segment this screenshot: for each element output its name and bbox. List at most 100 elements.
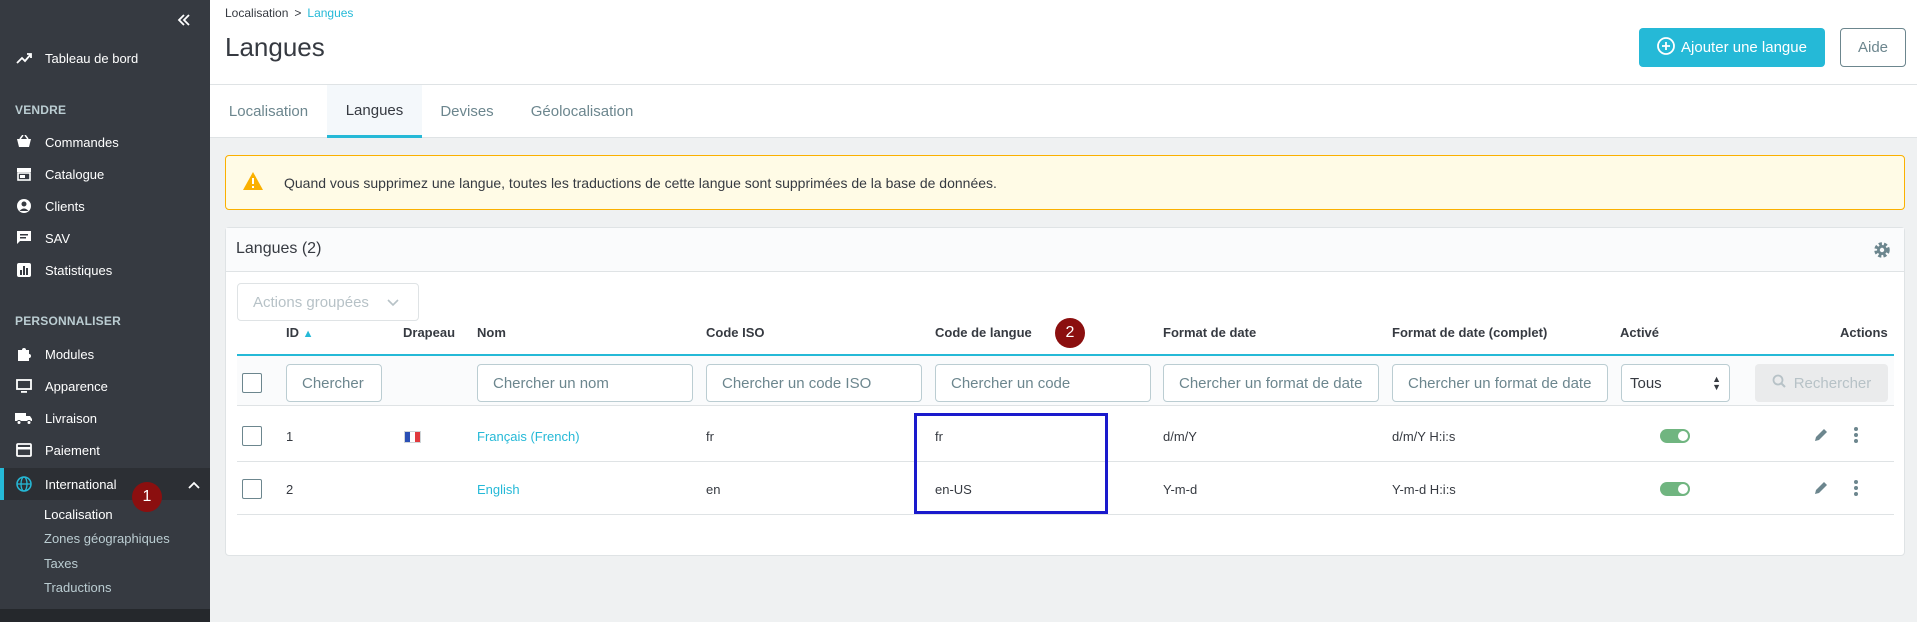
globe-icon xyxy=(15,475,33,493)
tab-localisation[interactable]: Localisation xyxy=(210,85,327,138)
puzzle-icon xyxy=(15,345,33,363)
filter-date-format-input[interactable]: Chercher un format de date xyxy=(1163,364,1379,402)
collapse-sidebar-icon[interactable] xyxy=(174,8,194,32)
edit-pencil-icon[interactable] xyxy=(1813,480,1829,500)
annotation-highlight-box xyxy=(914,413,1108,514)
page-header: Localisation > Langues Langues Ajouter u… xyxy=(210,0,1917,84)
column-header-date-format[interactable]: Format de date xyxy=(1163,325,1256,340)
sidebar-subitem-localisation[interactable]: Localisation xyxy=(44,507,113,522)
chat-icon xyxy=(15,229,33,247)
annotation-badge-1: 1 xyxy=(132,482,162,512)
gear-icon[interactable] xyxy=(1872,240,1892,264)
sidebar-item-label: Catalogue xyxy=(45,166,105,182)
cell-id: 1 xyxy=(286,429,294,444)
column-header-actions: Actions xyxy=(1840,325,1888,340)
sidebar-item-shipping[interactable]: Livraison xyxy=(0,404,210,432)
filter-name-input[interactable]: Chercher un nom xyxy=(477,364,693,402)
cell-name-link[interactable]: English xyxy=(477,482,520,497)
tab-currencies[interactable]: Devises xyxy=(422,85,512,138)
sidebar-item-payment[interactable]: Paiement xyxy=(0,436,210,464)
filter-active-select[interactable]: Tous ▲ ▼ xyxy=(1621,364,1730,402)
user-circle-icon xyxy=(15,197,33,215)
cell-date-format: Y-m-d xyxy=(1163,482,1198,497)
bulk-actions-dropdown[interactable]: Actions groupées xyxy=(237,283,419,321)
breadcrumb-current[interactable]: Langues xyxy=(307,6,353,20)
monitor-icon xyxy=(15,377,33,395)
cart-icon xyxy=(15,133,33,151)
plus-circle-icon xyxy=(1657,36,1675,59)
filter-active-value: Tous xyxy=(1630,374,1662,392)
edit-pencil-icon[interactable] xyxy=(1813,427,1829,447)
filter-id-input[interactable]: Chercher xyxy=(286,364,382,402)
column-header-language-code[interactable]: Code de langue xyxy=(935,325,1032,340)
cell-date-format-full: d/m/Y H:i:s xyxy=(1392,429,1456,444)
store-icon xyxy=(15,165,33,183)
alert-message: Quand vous supprimez une langue, toutes … xyxy=(284,174,997,191)
cell-name-link[interactable]: Français (French) xyxy=(477,429,580,444)
sidebar-subitem-taxes[interactable]: Taxes xyxy=(44,556,78,571)
select-arrows-icon: ▲ ▼ xyxy=(1712,374,1721,392)
cell-iso: fr xyxy=(706,429,714,444)
warning-alert: Quand vous supprimez une langue, toutes … xyxy=(225,155,1905,210)
warning-icon xyxy=(242,171,264,195)
sidebar-item-orders[interactable]: Commandes xyxy=(0,128,210,156)
search-icon xyxy=(1772,374,1786,392)
tab-geolocation[interactable]: Géolocalisation xyxy=(512,85,652,138)
sidebar-subitem-translations[interactable]: Traductions xyxy=(44,580,111,595)
search-button-label: Rechercher xyxy=(1793,374,1872,392)
column-header-flag: Drapeau xyxy=(403,325,456,340)
tab-languages[interactable]: Langues xyxy=(327,85,422,138)
sidebar: Tableau de bord VENDRE Commandes Catalog… xyxy=(0,0,210,622)
trending-up-icon xyxy=(15,49,33,67)
sidebar-item-label: Clients xyxy=(45,198,85,214)
sidebar-item-appearance[interactable]: Apparence xyxy=(0,372,210,400)
row-checkbox[interactable] xyxy=(242,426,262,446)
sidebar-item-label: Modules xyxy=(45,346,95,362)
search-button[interactable]: Rechercher xyxy=(1755,364,1888,402)
sidebar-subitem-zones[interactable]: Zones géographiques xyxy=(44,531,170,546)
breadcrumb-parent[interactable]: Localisation xyxy=(225,6,288,20)
help-button[interactable]: Aide xyxy=(1840,28,1906,67)
grid-title: Langues (2) xyxy=(236,240,322,257)
breadcrumb: Localisation > Langues xyxy=(225,6,353,20)
chevron-down-icon xyxy=(387,294,399,311)
column-header-date-format-full[interactable]: Format de date (complet) xyxy=(1392,325,1547,340)
sidebar-item-customers[interactable]: Clients xyxy=(0,192,210,220)
filter-code-input[interactable]: Chercher un code xyxy=(935,364,1151,402)
sidebar-item-catalog[interactable]: Catalogue xyxy=(0,160,210,188)
column-header-iso[interactable]: Code ISO xyxy=(706,325,765,340)
more-vertical-icon[interactable] xyxy=(1853,426,1859,448)
sidebar-section-title: VENDRE xyxy=(15,103,67,117)
column-header-id[interactable]: ID ▲ xyxy=(286,325,314,340)
breadcrumb-separator: > xyxy=(294,6,302,20)
sidebar-footer xyxy=(0,609,210,622)
sidebar-item-dashboard[interactable]: Tableau de bord xyxy=(0,44,210,72)
truck-icon xyxy=(15,409,33,427)
sidebar-item-sav[interactable]: SAV xyxy=(0,224,210,252)
active-toggle[interactable] xyxy=(1660,429,1690,443)
filter-iso-input[interactable]: Chercher un code ISO xyxy=(706,364,922,402)
sidebar-item-label: Apparence xyxy=(45,378,108,394)
bulk-actions-label: Actions groupées xyxy=(253,293,369,311)
active-toggle[interactable] xyxy=(1660,482,1690,496)
sidebar-item-label: Tableau de bord xyxy=(45,50,139,66)
select-all-checkbox[interactable] xyxy=(242,373,262,393)
more-vertical-icon[interactable] xyxy=(1853,479,1859,501)
row-checkbox[interactable] xyxy=(242,479,262,499)
cell-iso: en xyxy=(706,482,721,497)
page-title: Langues xyxy=(225,32,325,62)
sidebar-item-label: Paiement xyxy=(45,442,100,458)
sidebar-item-modules[interactable]: Modules xyxy=(0,340,210,368)
column-header-name[interactable]: Nom xyxy=(477,325,506,340)
filter-date-format-full-input[interactable]: Chercher un format de date xyxy=(1392,364,1608,402)
cell-date-format: d/m/Y xyxy=(1163,429,1197,444)
chevron-up-icon[interactable] xyxy=(188,477,200,492)
sidebar-item-stats[interactable]: Statistiques xyxy=(0,256,210,284)
column-header-active[interactable]: Activé xyxy=(1620,325,1659,340)
sidebar-item-international[interactable]: International xyxy=(0,468,210,500)
add-language-button[interactable]: Ajouter une langue xyxy=(1639,28,1825,67)
add-language-label: Ajouter une langue xyxy=(1681,39,1807,56)
sidebar-item-label: SAV xyxy=(45,230,71,246)
cell-id: 2 xyxy=(286,482,294,497)
flag-france-icon xyxy=(404,431,421,443)
